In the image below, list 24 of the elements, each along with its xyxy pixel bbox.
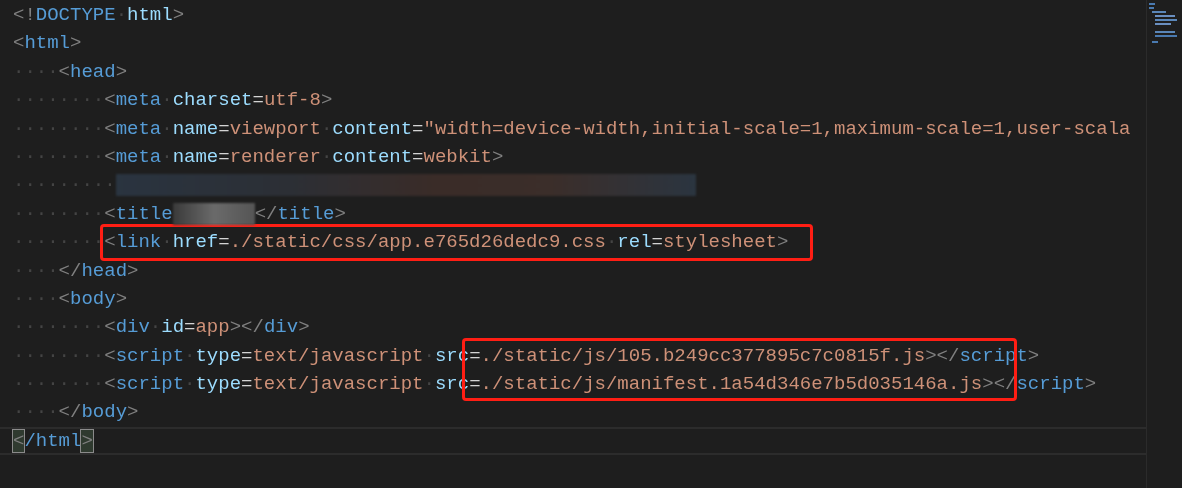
indent-dots: ···· [13,259,59,282]
code-line: <body> [58,287,128,310]
indent-dots: ········ [13,344,105,367]
indent-dots: ········ [13,89,105,112]
indent-dots: ········· [13,174,116,197]
indent-dots: ···· [13,287,59,310]
code-line: </body> [58,401,139,424]
code-line: <meta·charset=utf-8> [104,89,333,112]
code-line: <html> [13,32,82,55]
indent-dots: ········ [13,316,105,339]
indent-dots: ········ [13,117,105,140]
indent-dots: ···· [13,401,59,424]
indent-dots: ···· [13,60,59,83]
indent-dots: ········ [13,202,105,225]
code-line: <title </title> [104,202,346,225]
code-line: <meta·name=renderer·content=webkit> [104,145,504,168]
indent-dots: ········ [13,145,105,168]
minimap-drawing[interactable] [1147,2,1177,46]
code-line: <head> [58,60,128,83]
indent-dots: ········ [13,373,105,396]
code-line: <div·id=app></div> [104,316,310,339]
code-line: <!DOCTYPE·html> [13,4,185,26]
code-line: <meta·name=viewport·content="width=device-width,initial-scale=1,maximum-scale=1,user-scala [104,117,1131,140]
code-line: </head> [58,259,139,282]
